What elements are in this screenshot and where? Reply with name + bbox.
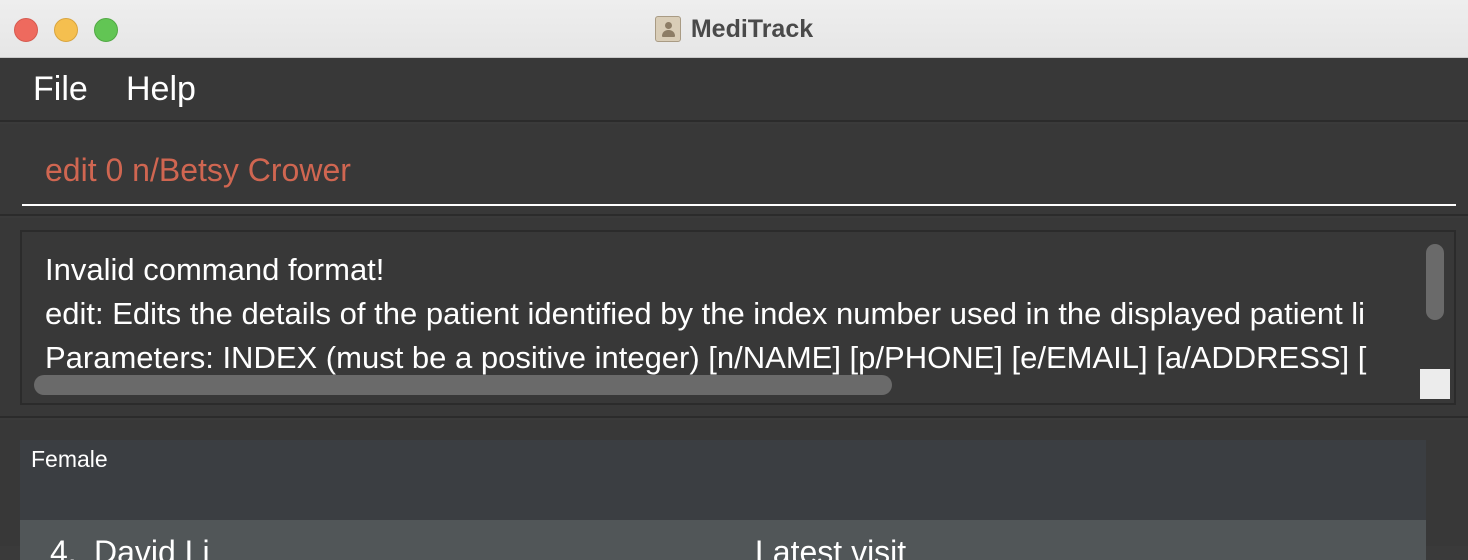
window-title-group: MediTrack xyxy=(0,0,1468,58)
result-display-section: Invalid command format! edit: Edits the … xyxy=(0,218,1468,418)
command-box-section: edit 0 n/Betsy Crower xyxy=(0,124,1468,216)
menu-file[interactable]: File xyxy=(33,70,88,109)
patient-card-previous[interactable] xyxy=(20,440,1426,520)
result-display: Invalid command format! edit: Edits the … xyxy=(20,230,1456,405)
title-bar: MediTrack xyxy=(0,0,1468,58)
patient-name: David Li xyxy=(94,534,210,560)
vertical-scrollbar[interactable] xyxy=(1426,244,1444,320)
patient-card-selected[interactable]: 4. David Li Latest visit xyxy=(20,520,1426,560)
result-line-2: edit: Edits the details of the patient i… xyxy=(45,296,1366,331)
result-text: Invalid command format! edit: Edits the … xyxy=(45,248,1415,380)
contacts-app-icon xyxy=(654,16,681,42)
command-input[interactable]: edit 0 n/Betsy Crower xyxy=(22,124,1456,206)
patient-list: Female 4. David Li Latest visit xyxy=(0,420,1468,560)
scroll-corner xyxy=(1420,369,1450,399)
result-line-3: Parameters: INDEX (must be a positive in… xyxy=(45,340,1367,375)
menu-bar: File Help xyxy=(0,58,1468,122)
window-title: MediTrack xyxy=(690,14,814,43)
patient-gender-label: Female xyxy=(31,446,108,472)
horizontal-scrollbar[interactable] xyxy=(34,375,892,395)
patient-index: 4. xyxy=(50,534,77,560)
latest-visit-label: Latest visit xyxy=(755,534,907,560)
menu-help[interactable]: Help xyxy=(126,70,196,109)
result-line-1: Invalid command format! xyxy=(45,252,385,287)
